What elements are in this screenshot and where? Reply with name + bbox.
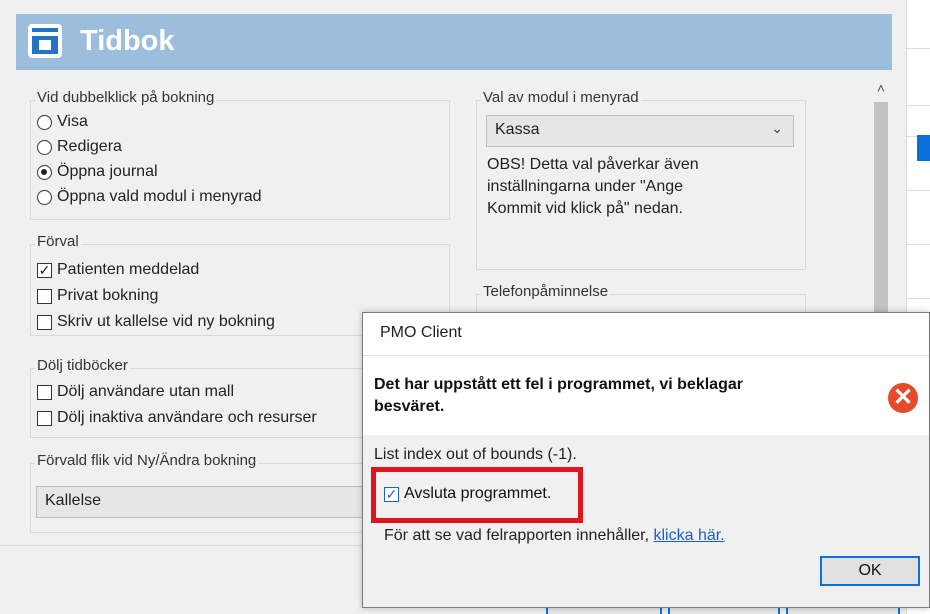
checkbox-skriv-ut-kallelse[interactable]: Skriv ut kallelse vid ny bokning — [37, 313, 275, 331]
error-x-icon: ✕ — [888, 383, 918, 413]
hide-calendars-legend: Dölj tidböcker — [35, 357, 130, 374]
default-tab-value: Kallelse — [45, 492, 102, 509]
calendar-icon — [28, 24, 62, 58]
module-dropdown[interactable]: Kassa ⌄ — [486, 115, 794, 147]
checkbox-patienten-meddelad[interactable]: ✓ Patienten meddelad — [37, 261, 199, 279]
checkbox-icon[interactable] — [37, 384, 52, 400]
checkbox-checked-icon[interactable]: ✓ — [384, 486, 399, 502]
chevron-down-icon[interactable]: ⌄ — [771, 120, 783, 137]
dialog-message-area: Det har uppstått ett fel i programmet, v… — [363, 355, 929, 435]
radio-oppna-journal[interactable]: Öppna journal — [37, 163, 158, 181]
tidbok-header: Tidbok — [16, 14, 892, 70]
radio-icon[interactable] — [37, 189, 52, 205]
dialog-title: PMO Client — [363, 313, 929, 355]
page-title: Tidbok — [80, 25, 175, 57]
error-dialog: PMO Client Det har uppstått ett fel i pr… — [362, 312, 930, 608]
report-text: För att se vad felrapporten innehåller, … — [384, 527, 725, 544]
radio-selected-icon[interactable] — [37, 164, 52, 180]
scroll-up-arrow-icon[interactable]: ˄ — [870, 76, 892, 100]
module-legend: Val av modul i menyrad — [481, 89, 641, 106]
double-click-group: Vid dubbelklick på bokning Visa Redigera… — [30, 89, 450, 220]
background-selection — [917, 135, 930, 161]
module-note: OBS! Detta val påverkar även inställning… — [487, 156, 699, 217]
dialog-error-detail: List index out of bounds (-1). — [374, 446, 577, 463]
report-link[interactable]: klicka här. — [654, 527, 725, 544]
module-group: Val av modul i menyrad Kassa ⌄ OBS! Dett… — [476, 89, 806, 270]
checkbox-dolj-utan-mall[interactable]: Dölj användare utan mall — [37, 383, 234, 401]
radio-redigera[interactable]: Redigera — [37, 138, 122, 156]
ok-button[interactable]: OK — [820, 556, 920, 586]
module-value: Kassa — [495, 121, 540, 138]
exit-program-checkbox[interactable]: ✓ Avsluta programmet. — [384, 485, 551, 503]
double-click-legend: Vid dubbelklick på bokning — [35, 89, 217, 106]
checkbox-privat-bokning[interactable]: Privat bokning — [37, 287, 158, 305]
radio-icon[interactable] — [37, 139, 52, 155]
defaults-legend: Förval — [35, 233, 81, 250]
phone-reminder-legend: Telefonpåminnelse — [481, 283, 611, 300]
default-tab-legend: Förvald flik vid Ny/Ändra bokning — [35, 452, 259, 469]
checkbox-dolj-inaktiva[interactable]: Dölj inaktiva användare och resurser — [37, 409, 317, 427]
checkbox-icon[interactable] — [37, 410, 52, 426]
radio-oppna-vald-modul[interactable]: Öppna vald modul i menyrad — [37, 188, 262, 206]
radio-visa[interactable]: Visa — [37, 113, 88, 131]
checkbox-checked-icon[interactable]: ✓ — [37, 262, 52, 278]
checkbox-icon[interactable] — [37, 288, 52, 304]
checkbox-icon[interactable] — [37, 314, 52, 330]
dialog-message: Det har uppstått ett fel i programmet, v… — [374, 376, 743, 415]
radio-icon[interactable] — [37, 114, 52, 130]
